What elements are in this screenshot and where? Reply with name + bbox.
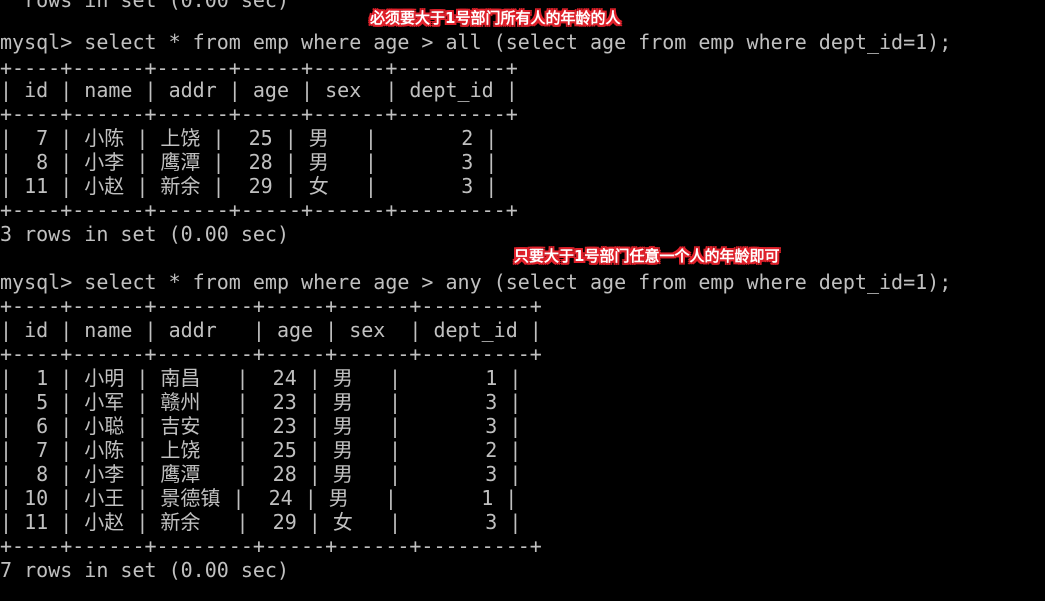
query1-table-header: | id | name | addr | age | sex | dept_id… <box>0 78 518 102</box>
query1-table-row: | 8 | 小李 | 鹰潭 | 28 | 男 | 3 | <box>0 150 498 174</box>
query2-table-row: | 10 | 小王 | 景德镇 | 24 | 男 | 1 | <box>0 486 518 510</box>
query2-table-row: | 11 | 小赵 | 新余 | 29 | 女 | 3 | <box>0 510 522 534</box>
query2-table-row: | 6 | 小聪 | 吉安 | 23 | 男 | 3 | <box>0 414 522 438</box>
annotation-any-note: 只要大于1号部门任意一个人的年龄即可 <box>514 247 780 265</box>
query1-result-footer: 3 rows in set (0.00 sec) <box>0 222 289 246</box>
annotation-all-note: 必须要大于1号部门所有人的年龄的人 <box>370 9 621 27</box>
query2-table-row: | 5 | 小军 | 赣州 | 23 | 男 | 3 | <box>0 390 522 414</box>
query2-result-footer: 7 rows in set (0.00 sec) <box>0 558 289 582</box>
query1-table-row: | 7 | 小陈 | 上饶 | 25 | 男 | 2 | <box>0 126 498 150</box>
query2-table-row: | 8 | 小李 | 鹰潭 | 28 | 男 | 3 | <box>0 462 522 486</box>
query1-table-border-mid: +----+------+------+-----+------+-------… <box>0 102 518 126</box>
previous-result-footer: rows in set (0.00 sec) <box>0 0 289 12</box>
query1-table-border-top: +----+------+------+-----+------+-------… <box>0 56 518 80</box>
query1-table-row: | 11 | 小赵 | 新余 | 29 | 女 | 3 | <box>0 174 498 198</box>
query2-table-border-bottom: +----+------+--------+-----+------+-----… <box>0 534 542 558</box>
query2-prompt: mysql> select * from emp where age > any… <box>0 270 952 294</box>
query2-table-border-top: +----+------+--------+-----+------+-----… <box>0 294 542 318</box>
query2-table-header: | id | name | addr | age | sex | dept_id… <box>0 318 542 342</box>
query2-table-row: | 7 | 小陈 | 上饶 | 25 | 男 | 2 | <box>0 438 522 462</box>
query2-table-border-mid: +----+------+--------+-----+------+-----… <box>0 342 542 366</box>
query1-table-border-bottom: +----+------+------+-----+------+-------… <box>0 198 518 222</box>
terminal-window[interactable]: rows in set (0.00 sec) 必须要大于1号部门所有人的年龄的人… <box>0 0 1045 601</box>
query2-table-row: | 1 | 小明 | 南昌 | 24 | 男 | 1 | <box>0 366 522 390</box>
query1-prompt: mysql> select * from emp where age > all… <box>0 30 952 54</box>
